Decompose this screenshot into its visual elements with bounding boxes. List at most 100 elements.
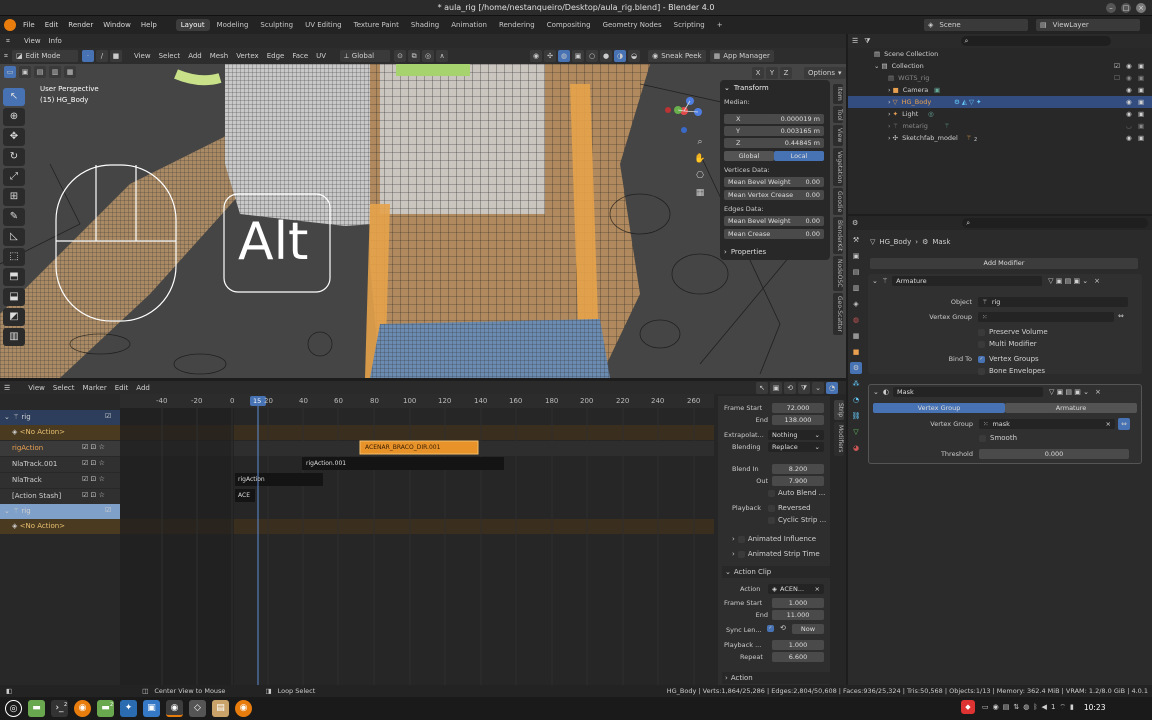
editor-type-icon[interactable]: ⌗	[6, 37, 10, 46]
vp-menu-view[interactable]: View	[130, 52, 155, 60]
blend-out-field[interactable]: 7.900	[772, 476, 824, 486]
measure-tool-icon[interactable]: ◺	[3, 228, 25, 246]
checkbox-icon[interactable]: ☑	[105, 412, 111, 420]
sync-now-button[interactable]: Now	[792, 624, 824, 634]
action-field[interactable]: ◈ ACEN... ×	[768, 584, 824, 594]
transform-tool-icon[interactable]: ⊞	[3, 188, 25, 206]
outliner-row-wgts-rig[interactable]: ▤ WGTS_rig ☐ ◉ ▣	[848, 72, 1152, 84]
pivot-icon[interactable]: ⊙	[394, 50, 407, 62]
world-tab-icon[interactable]: ◍	[850, 314, 862, 326]
armature-name-field[interactable]: Armature	[892, 276, 1043, 286]
menu-file[interactable]: File	[18, 16, 40, 34]
tab-animation[interactable]: Animation	[446, 19, 492, 31]
select-box-icon[interactable]: ▭	[4, 66, 16, 78]
collection-tab-icon[interactable]: ▦	[850, 330, 862, 342]
camera-icon[interactable]: ▣	[1138, 120, 1144, 132]
cursor-tool-icon[interactable]: ⊕	[3, 108, 25, 126]
battery-icon[interactable]: ▮	[1070, 703, 1074, 711]
tab-texture-paint[interactable]: Texture Paint	[349, 19, 404, 31]
vertex-select-button[interactable]: ·	[81, 50, 94, 62]
object-tab-icon[interactable]: ■	[850, 346, 862, 358]
ac-frame-start-field[interactable]: 1.000	[772, 598, 824, 608]
options-button[interactable]: Options ▾	[804, 67, 846, 79]
vp-menu-vertex[interactable]: Vertex	[232, 52, 263, 60]
eye-icon[interactable]: ◉	[1126, 132, 1132, 144]
menu-edit[interactable]: Edit	[40, 16, 64, 34]
viewlayer-selector[interactable]: ▤ ViewLayer	[1036, 19, 1140, 31]
nla-track-rigaction[interactable]: rigAction ☑ ⊡ ☆	[0, 441, 120, 456]
vp-menu-add[interactable]: Add	[184, 52, 206, 60]
tab-layout[interactable]: Layout	[175, 19, 210, 31]
track-icons[interactable]: ☑ ⊡ ☆	[82, 443, 105, 451]
shading-wire-icon[interactable]: ○	[586, 50, 599, 62]
data-tab-icon[interactable]: ▽	[850, 426, 862, 438]
properties-editor-icon[interactable]: ⚙	[852, 219, 858, 227]
mode-selector[interactable]: ◪ Edit Mode	[11, 50, 78, 62]
app-manager-button[interactable]: ▦ App Manager	[709, 50, 774, 62]
checkbox-icon[interactable]: ☑	[105, 506, 111, 514]
camera-icon[interactable]: ▣	[1138, 108, 1144, 120]
orientation-selector[interactable]: ⟂ Global	[340, 50, 391, 62]
nla-strip-area[interactable]: -40 -20 0 20 40 60 80 100 120 140 160 18…	[120, 394, 714, 685]
camera-icon[interactable]: ▣	[1138, 72, 1144, 84]
sidebar-tab-item[interactable]: Item	[833, 84, 843, 104]
nla-track-rig[interactable]: ⌄ ⚚ rig ☑	[0, 410, 120, 425]
bluetooth-icon[interactable]: ᛒ	[1033, 703, 1037, 711]
outliner-row-light[interactable]: › ✦ Light ◎ ◉ ▣	[848, 108, 1152, 120]
action-clip-header[interactable]: ⌄ Action Clip	[722, 566, 830, 578]
blender-app-icon[interactable]: ◉	[74, 700, 91, 717]
tab-shading[interactable]: Shading	[406, 19, 444, 31]
sidebar-tab-nodeosc[interactable]: NodeOSC	[833, 256, 843, 291]
eye-icon[interactable]: ◉	[1126, 108, 1132, 120]
nla-strip-rigaction-001[interactable]: rigAction.001	[306, 460, 346, 467]
vp-menu-edge[interactable]: Edge	[263, 52, 289, 60]
ubuntu-logo-icon[interactable]: ◎	[5, 700, 22, 717]
sidebar-tab-geo-scatter[interactable]: Geo-Scatter	[833, 292, 843, 335]
loop-cut-tool-icon[interactable]: ▥	[3, 328, 25, 346]
snap-icon[interactable]: ⧉	[408, 50, 421, 62]
bone-envelopes-checkbox[interactable]: Bone Envelopes	[978, 367, 1045, 375]
axis-y-button[interactable]: Y	[766, 67, 778, 79]
refresh-icon[interactable]: ⟲	[780, 624, 786, 632]
outliner-row-scene-collection[interactable]: ▤ Scene Collection	[848, 48, 1152, 60]
sidebar-tab-goodie[interactable]: Goodie	[833, 187, 843, 216]
snap-icon[interactable]: ◔	[826, 382, 838, 394]
outliner-row-collection[interactable]: ⌄ ▤ Collection ☑ ◉ ▣	[848, 60, 1152, 72]
blender-logo-icon[interactable]	[4, 19, 16, 31]
action-section-header[interactable]: › Action	[722, 672, 830, 684]
mean-crease-field[interactable]: Mean Crease 0.00	[724, 229, 824, 239]
threshold-field[interactable]: 0.000	[979, 449, 1129, 459]
sidebar-tab-modifiers[interactable]: Modifiers	[834, 422, 844, 456]
select-invert-icon[interactable]: ▥	[49, 66, 61, 78]
modifier-toggle-icons[interactable]: ▽ ▣ ▤ ▣ ⌄	[1048, 277, 1088, 285]
tab-rendering[interactable]: Rendering	[494, 19, 540, 31]
sneak-peek-button[interactable]: ◉ Sneak Peek	[648, 50, 706, 62]
local-button[interactable]: Local	[774, 151, 824, 161]
volume-icon[interactable]: ◀	[1042, 703, 1047, 711]
outliner-row-sketchfab[interactable]: › ✣ Sketchfab_model ⚚ 2 ◉ ▣	[848, 132, 1152, 144]
playback-scale-field[interactable]: 1.000	[772, 640, 824, 650]
bevel-tool-icon[interactable]: ◩	[3, 308, 25, 326]
frame-start-field[interactable]: 72.000	[772, 403, 824, 413]
ac-end-field[interactable]: 11.000	[772, 610, 824, 620]
shading-render-icon[interactable]: ◒	[628, 50, 641, 62]
close-icon[interactable]: ×	[1095, 388, 1101, 396]
nla-strip-acenar[interactable]: ACENAR_BRACO_DIR.001	[365, 444, 440, 451]
vp-menu-uv[interactable]: UV	[312, 52, 330, 60]
minimize-button[interactable]: –	[1106, 3, 1116, 13]
menu-help[interactable]: Help	[136, 16, 162, 34]
cyclic-checkbox[interactable]: Cyclic Strip ...	[768, 516, 826, 524]
nla-editor-icon[interactable]: ☰	[4, 384, 10, 392]
add-modifier-button[interactable]: Add Modifier	[870, 258, 1138, 269]
mask-mode-vertex-group[interactable]: Vertex Group	[873, 403, 1005, 413]
filter-icon[interactable]: ⧩	[798, 382, 810, 394]
scene-selector[interactable]: ◈ Scene	[924, 19, 1028, 31]
tab-modeling[interactable]: Modeling	[212, 19, 254, 31]
viewport-view-menu[interactable]: View	[24, 37, 41, 45]
close-icon[interactable]: ×	[815, 584, 820, 594]
median-z-field[interactable]: Z 0.44845 m	[724, 138, 824, 148]
camera-icon[interactable]: ▣	[1138, 132, 1144, 144]
sync-length-checkbox[interactable]: ✓	[767, 625, 774, 632]
xray-icon[interactable]: ▣	[572, 50, 585, 62]
reversed-checkbox[interactable]: Reversed	[768, 504, 811, 512]
